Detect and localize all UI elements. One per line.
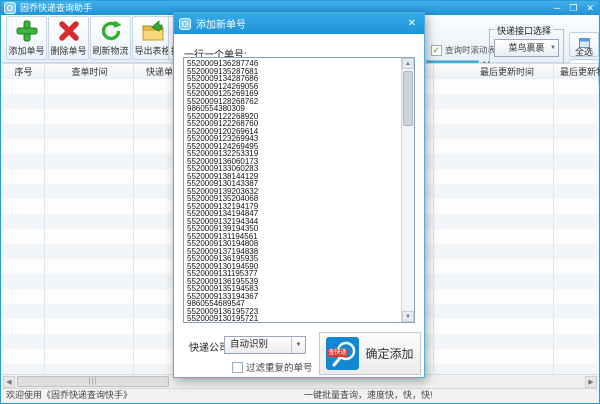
- column-divider: [44, 63, 45, 375]
- export-table-label: 导出表格: [134, 46, 171, 56]
- api-dropdown[interactable]: 菜鸟裹裹 ▼: [494, 39, 559, 57]
- dialog-title: 添加新单号: [196, 20, 246, 31]
- column-divider: [553, 63, 554, 375]
- add-numbers-label: 添加单号: [8, 46, 45, 56]
- add-numbers-dialog: 添加新单号 ✕ 一行一个单号: 5520009136287746 5520009…: [173, 12, 425, 378]
- api-select-group-title: 快递接口选择: [495, 24, 554, 37]
- column-header-index[interactable]: 序号: [2, 64, 45, 80]
- add-numbers-button[interactable]: 添加单号: [6, 16, 47, 60]
- query-express-logo-icon: 查快递: [326, 337, 360, 370]
- column-divider: [433, 63, 434, 375]
- dialog-close-icon[interactable]: ✕: [408, 13, 416, 34]
- filter-duplicates-checkbox[interactable]: [232, 361, 243, 373]
- minimize-button[interactable]: ─: [554, 1, 560, 15]
- confirm-add-button[interactable]: 查快递 确定添加: [319, 332, 421, 375]
- dialog-title-bar: 添加新单号 ✕: [174, 13, 424, 34]
- refresh-logistics-label: 刷新物流: [92, 46, 129, 56]
- company-dropdown[interactable]: 自动识别 ▼: [224, 336, 306, 354]
- delete-numbers-label: 删除单号: [50, 46, 87, 56]
- window-title: 固乔快递查询助手: [20, 3, 93, 13]
- textarea-scrollbar-thumb[interactable]: [403, 71, 413, 126]
- company-dropdown-arrow-icon: ▼: [291, 337, 305, 353]
- dialog-app-icon: [179, 17, 191, 30]
- confirm-add-label: 确定添加: [365, 347, 414, 361]
- filter-duplicates-label: 过滤重复的单号: [246, 363, 313, 374]
- status-welcome-text: 欢迎使用《固乔快递查询快手》: [6, 390, 133, 400]
- status-bar: 欢迎使用《固乔快递查询快手》 一键批量查询，速度快，快，快!: [2, 388, 598, 402]
- filter-duplicates-row[interactable]: 过滤重复的单号: [232, 360, 313, 374]
- company-dropdown-value: 自动识别: [230, 339, 269, 350]
- column-header-last-update-time[interactable]: 最后更新时间: [457, 64, 557, 80]
- scroll-table-checkbox[interactable]: ✓: [431, 44, 442, 56]
- textarea-scrollbar[interactable]: ▲ ▼: [401, 58, 414, 322]
- close-button[interactable]: ✕: [586, 1, 594, 15]
- column-divider: [133, 63, 134, 375]
- scroll-down-arrow-icon[interactable]: ▼: [402, 311, 414, 322]
- column-header-last-update-logistics[interactable]: 最后更新物流: [560, 64, 600, 80]
- column-header-query-time[interactable]: 查单时间: [45, 64, 134, 80]
- export-icon: [133, 17, 172, 45]
- api-dropdown-arrow-icon: ▼: [550, 45, 556, 51]
- api-dropdown-value: 菜鸟裹裹: [508, 43, 545, 53]
- scroll-up-arrow-icon[interactable]: ▲: [402, 58, 414, 69]
- logo-tag-text: 查快递: [327, 349, 348, 357]
- add-icon: [7, 17, 46, 45]
- export-table-button[interactable]: 导出表格: [132, 16, 173, 60]
- scroll-left-arrow-icon[interactable]: ◀: [3, 376, 15, 388]
- status-slogan-text: 一键批量查询，速度快，快，快!: [304, 390, 433, 400]
- horizontal-scrollbar-thumb[interactable]: |||: [17, 376, 169, 387]
- select-all-button[interactable]: 全选: [569, 32, 599, 57]
- refresh-logistics-button[interactable]: 刷新物流: [90, 16, 131, 60]
- select-all-icon: [570, 33, 598, 48]
- tracking-numbers-textarea[interactable]: 5520009136287746 5520009135287681 552000…: [183, 57, 415, 323]
- maximize-button[interactable]: ❐: [569, 1, 577, 15]
- refresh-icon: [91, 17, 130, 45]
- delete-icon: [49, 17, 88, 45]
- app-logo-icon: [4, 2, 16, 14]
- scroll-right-arrow-icon[interactable]: ▶: [585, 376, 597, 388]
- select-all-label: 全选: [574, 47, 593, 57]
- delete-numbers-button[interactable]: 删除单号: [48, 16, 89, 60]
- tracking-numbers-text: 5520009136287746 5520009135287681 552000…: [187, 59, 259, 323]
